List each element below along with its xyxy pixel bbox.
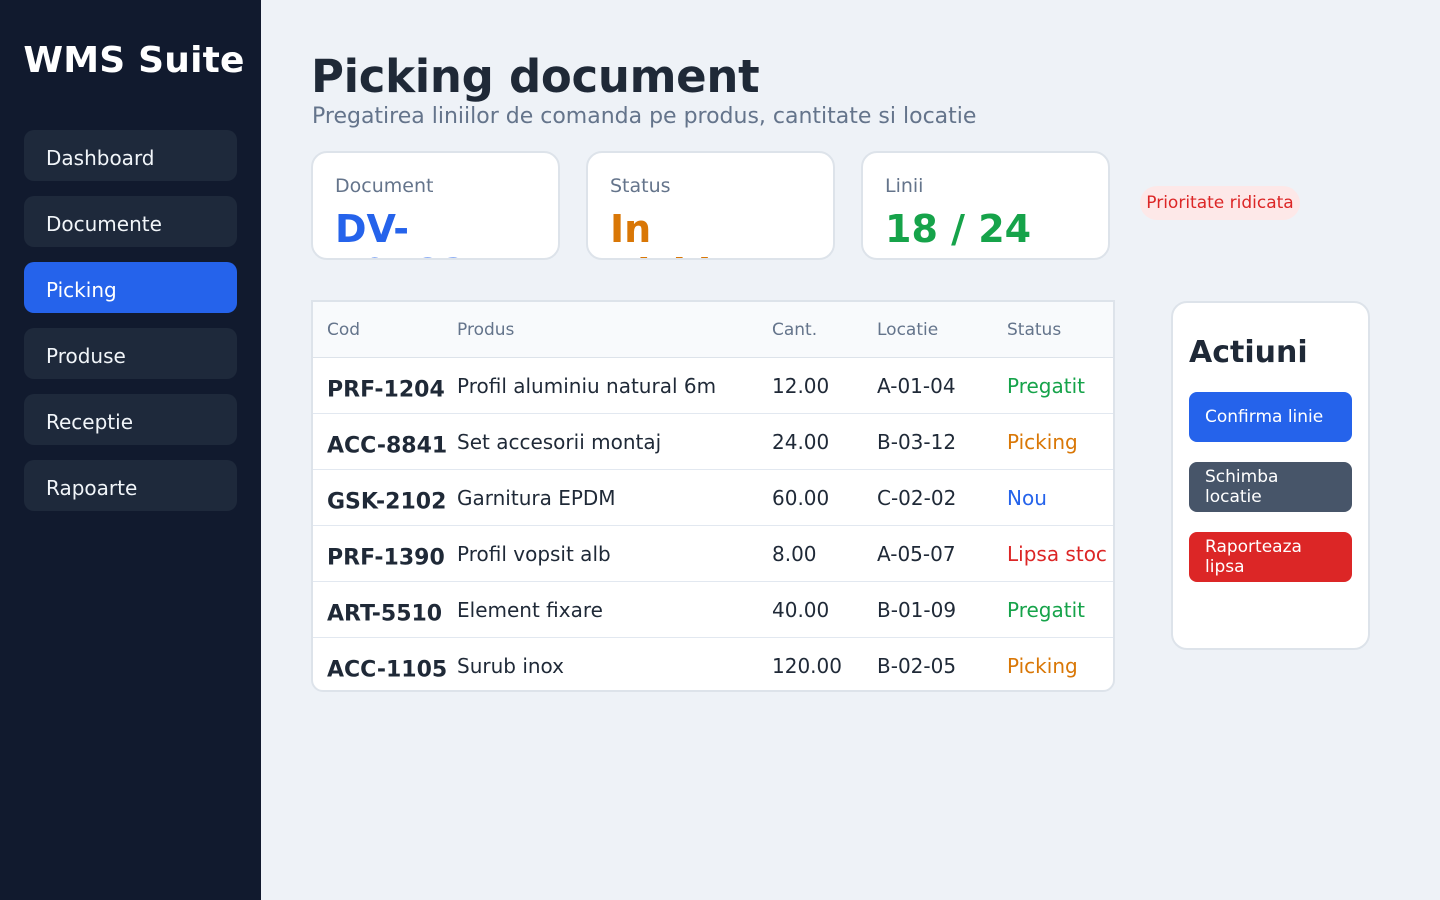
cell-cant: 24.00 bbox=[772, 429, 830, 454]
sidebar-item-label: Receptie bbox=[46, 409, 134, 434]
cell-cant: 60.00 bbox=[772, 485, 830, 510]
cell-locatie: B-02-05 bbox=[877, 654, 957, 678]
table-row[interactable]: PRF-1204 Profil aluminiu natural 6m 12.0… bbox=[313, 358, 1113, 414]
cell-cant: 40.00 bbox=[772, 597, 830, 622]
stat-card-document: Document DV-10482 bbox=[311, 151, 560, 260]
cell-status: Picking bbox=[1007, 654, 1078, 678]
table-row[interactable]: ACC-8841 Set accesorii montaj 24.00 B-03… bbox=[313, 414, 1113, 470]
stat-value: In picking bbox=[610, 207, 765, 258]
actions-panel: Actiuni Confirma linie Schimba locatie R… bbox=[1171, 301, 1370, 650]
stat-value: 18 / 24 bbox=[885, 207, 1032, 251]
cell-cod: ART-5510 bbox=[327, 601, 443, 627]
cell-status: Pregatit bbox=[1007, 597, 1085, 622]
table-row[interactable]: ACC-1105 Surub inox 120.00 B-02-05 Picki… bbox=[313, 638, 1113, 690]
stat-label: Linii bbox=[885, 175, 924, 197]
sidebar-item-dashboard[interactable]: Dashboard bbox=[24, 130, 237, 181]
confirm-line-button[interactable]: Confirma linie bbox=[1189, 392, 1352, 442]
stat-label: Document bbox=[335, 175, 434, 197]
cell-produs: Set accesorii montaj bbox=[457, 429, 662, 454]
column-header-produs: Produs bbox=[457, 319, 515, 340]
table-header: Cod Produs Cant. Locatie Status bbox=[313, 302, 1113, 358]
cell-cod: PRF-1204 bbox=[327, 377, 445, 403]
column-header-cant: Cant. bbox=[772, 319, 818, 340]
stat-value: DV-10482 bbox=[335, 207, 467, 258]
cell-locatie: B-01-09 bbox=[877, 597, 957, 622]
table-row[interactable]: GSK-2102 Garnitura EPDM 60.00 C-02-02 No… bbox=[313, 470, 1113, 526]
sidebar-item-label: Picking bbox=[46, 277, 117, 302]
stat-card-linii: Linii 18 / 24 bbox=[861, 151, 1110, 260]
sidebar-item-produse[interactable]: Produse bbox=[24, 328, 237, 379]
cell-cod: PRF-1390 bbox=[327, 545, 445, 571]
cell-produs: Surub inox bbox=[457, 654, 565, 678]
app-brand: WMS Suite bbox=[23, 40, 245, 81]
page-title: Picking document bbox=[311, 50, 760, 103]
cell-cant: 12.00 bbox=[772, 373, 830, 398]
sidebar-item-label: Produse bbox=[46, 343, 126, 368]
cell-cod: GSK-2102 bbox=[327, 489, 447, 515]
sidebar-item-label: Dashboard bbox=[46, 145, 155, 170]
sidebar-item-receptie[interactable]: Receptie bbox=[24, 394, 237, 445]
priority-badge: Prioritate ridicata bbox=[1140, 186, 1300, 220]
column-header-status: Status bbox=[1007, 319, 1062, 340]
sidebar-nav: Dashboard Documente Picking Produse Rece… bbox=[24, 130, 237, 526]
stat-card-status: Status In picking bbox=[586, 151, 835, 260]
cell-status: Pregatit bbox=[1007, 373, 1085, 398]
sidebar-item-picking[interactable]: Picking bbox=[24, 262, 237, 313]
cell-produs: Profil aluminiu natural 6m bbox=[457, 373, 717, 398]
sidebar-item-label: Documente bbox=[46, 211, 162, 236]
cell-status: Nou bbox=[1007, 485, 1047, 510]
cell-cod: ACC-1105 bbox=[327, 657, 448, 683]
sidebar-item-documente[interactable]: Documente bbox=[24, 196, 237, 247]
sidebar: WMS Suite Dashboard Documente Picking Pr… bbox=[0, 0, 261, 900]
cell-cant: 120.00 bbox=[772, 654, 842, 678]
table-row[interactable]: ART-5510 Element fixare 40.00 B-01-09 Pr… bbox=[313, 582, 1113, 638]
sidebar-item-label: Rapoarte bbox=[46, 475, 138, 500]
cell-cod: ACC-8841 bbox=[327, 433, 448, 459]
actions-title: Actiuni bbox=[1189, 335, 1308, 370]
stat-label: Status bbox=[610, 175, 671, 197]
cell-status: Lipsa stoc bbox=[1007, 541, 1107, 566]
column-header-cod: Cod bbox=[327, 319, 361, 340]
table-row[interactable]: PRF-1390 Profil vopsit alb 8.00 A-05-07 … bbox=[313, 526, 1113, 582]
cell-locatie: B-03-12 bbox=[877, 429, 957, 454]
cell-locatie: C-02-02 bbox=[877, 485, 957, 510]
page-subtitle: Pregatirea liniilor de comanda pe produs… bbox=[312, 104, 977, 129]
column-header-locatie: Locatie bbox=[877, 319, 939, 340]
cell-locatie: A-01-04 bbox=[877, 373, 956, 398]
cell-produs: Garnitura EPDM bbox=[457, 485, 616, 510]
sidebar-item-rapoarte[interactable]: Rapoarte bbox=[24, 460, 237, 511]
cell-locatie: A-05-07 bbox=[877, 541, 956, 566]
report-shortage-button[interactable]: Raporteaza lipsa bbox=[1189, 532, 1352, 582]
cell-status: Picking bbox=[1007, 429, 1078, 454]
cell-cant: 8.00 bbox=[772, 541, 817, 566]
picking-lines-table: Cod Produs Cant. Locatie Status PRF-1204… bbox=[311, 300, 1115, 692]
change-location-button[interactable]: Schimba locatie bbox=[1189, 462, 1352, 512]
cell-produs: Element fixare bbox=[457, 597, 603, 622]
table-body: PRF-1204 Profil aluminiu natural 6m 12.0… bbox=[313, 358, 1113, 690]
cell-produs: Profil vopsit alb bbox=[457, 541, 611, 566]
